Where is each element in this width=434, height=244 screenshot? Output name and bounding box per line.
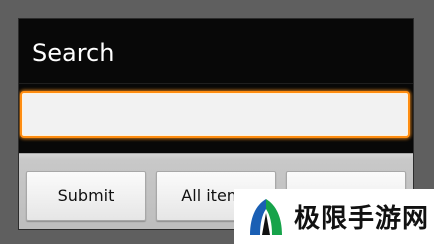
title-divider bbox=[19, 83, 413, 84]
watermark-text: 极限手游网 bbox=[294, 204, 430, 234]
watermark-logo-icon bbox=[250, 198, 282, 235]
dialog-title: Search bbox=[32, 39, 115, 67]
search-input[interactable] bbox=[20, 91, 410, 138]
watermark: 极限手游网 bbox=[234, 189, 434, 244]
submit-button[interactable]: Submit bbox=[26, 171, 146, 221]
